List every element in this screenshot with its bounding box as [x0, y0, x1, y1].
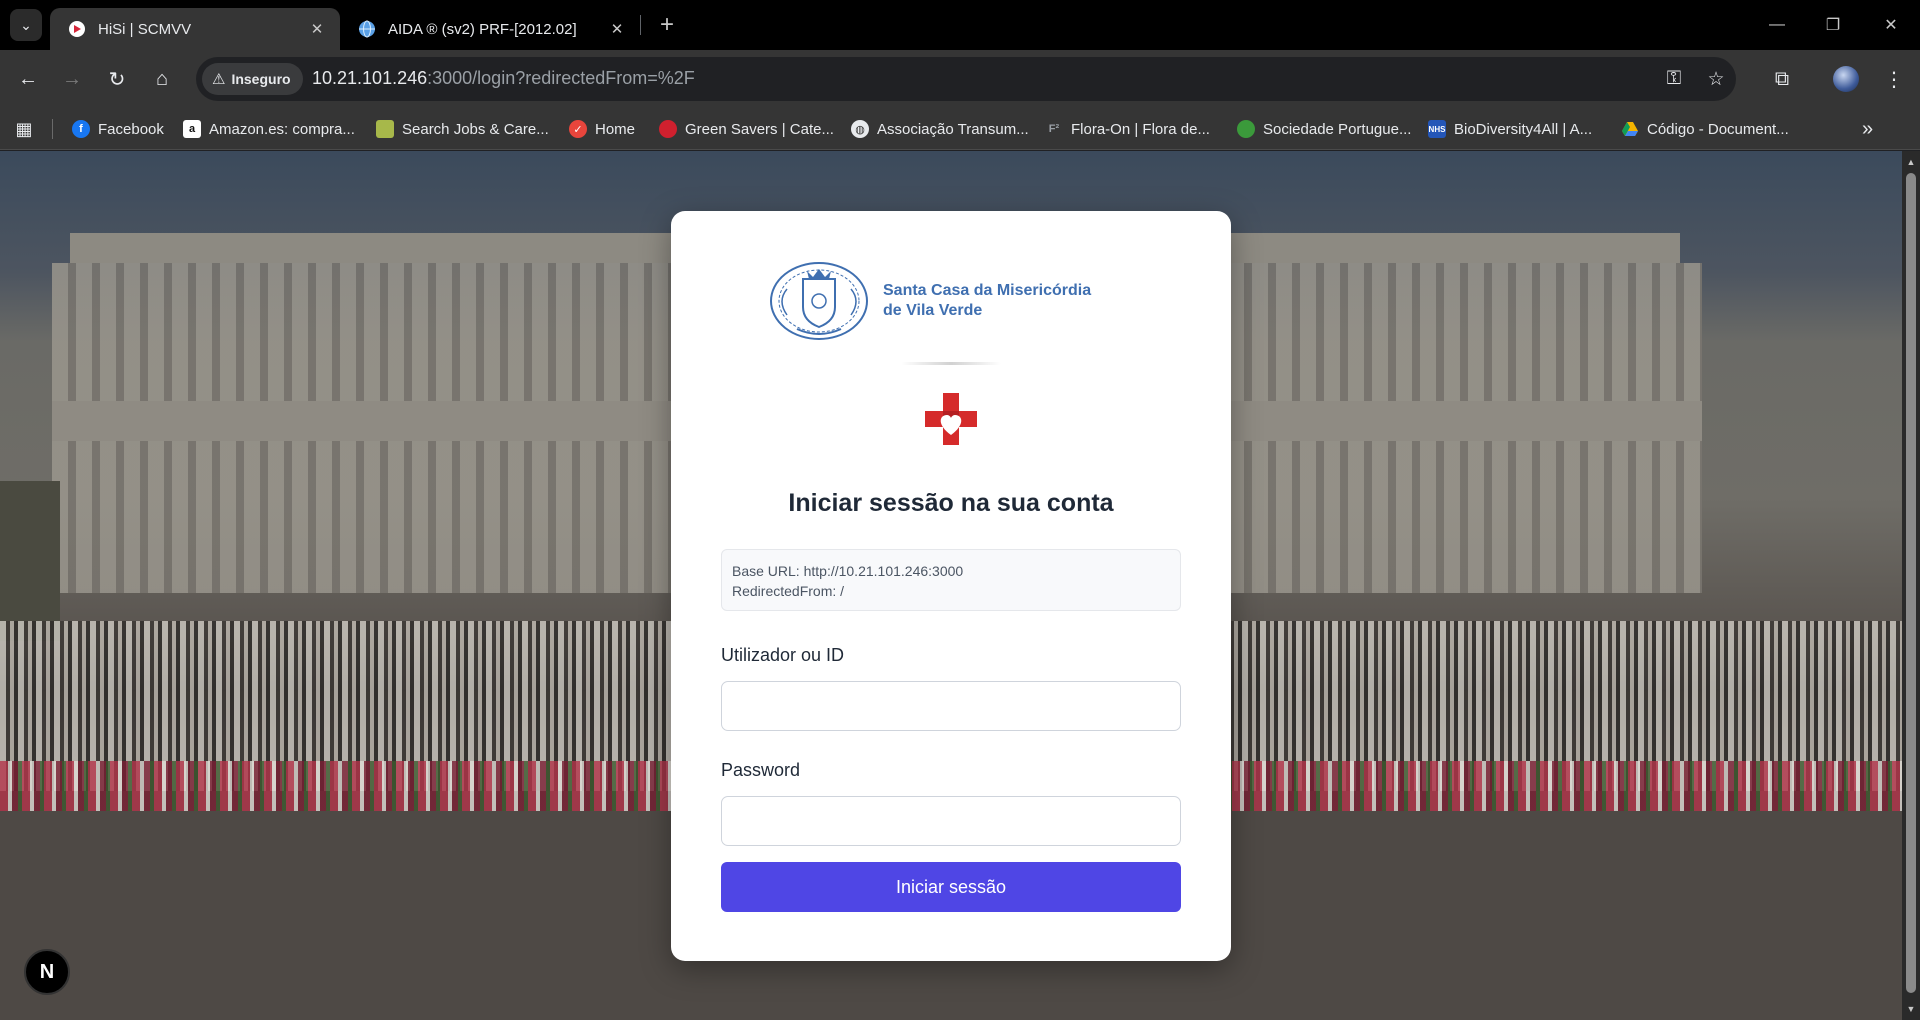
nextjs-dev-badge[interactable]: N — [24, 949, 70, 995]
bookmark-jobs[interactable]: Search Jobs & Care... — [376, 117, 549, 141]
bookmark-label: Search Jobs & Care... — [402, 120, 549, 138]
minimize-icon[interactable]: — — [1762, 10, 1792, 40]
bookmark-label: Green Savers | Cate... — [685, 120, 834, 138]
tab-hisi[interactable]: HiSi | SCMVV ✕ — [50, 8, 340, 50]
heart-cross-icon — [925, 393, 977, 445]
chevron-down-icon: ⌄ — [20, 16, 32, 33]
apps-grid-icon[interactable]: ▦ — [14, 119, 34, 139]
tab-search-button[interactable]: ⌄ — [10, 9, 42, 41]
org-name-line2: de Vila Verde — [883, 302, 983, 319]
amazon-icon: a — [183, 120, 201, 138]
close-tab-icon[interactable]: ✕ — [608, 20, 626, 38]
reload-icon[interactable]: ↻ — [101, 63, 133, 95]
trees — [0, 481, 60, 641]
base-url-text: Base URL: http://10.21.101.246:3000 — [732, 563, 964, 579]
bookmark-label: Associação Transum... — [877, 120, 1029, 138]
insecure-chip[interactable]: ⚠ Inseguro — [202, 63, 303, 95]
bookmark-flora-on[interactable]: F² Flora-On | Flora de... — [1045, 117, 1210, 141]
debug-info-box: Base URL: http://10.21.101.246:3000 Redi… — [721, 549, 1181, 611]
bookmark-label: BioDiversity4All | A... — [1454, 120, 1593, 138]
login-card: Santa Casa da Misericórdia de Vila Verde… — [671, 211, 1231, 961]
back-icon[interactable]: ← — [12, 63, 44, 95]
bookmark-label: Home — [595, 120, 636, 138]
url-text[interactable]: 10.21.101.246:3000/login?redirectedFrom=… — [312, 68, 695, 89]
insecure-label: Inseguro — [231, 71, 291, 87]
address-bar[interactable]: ⚠ Inseguro 10.21.101.246:3000/login?redi… — [196, 57, 1736, 101]
bookmark-facebook[interactable]: f Facebook — [72, 117, 164, 141]
bookmarks-separator — [52, 119, 53, 139]
new-tab-button[interactable]: + — [652, 10, 682, 40]
menu-kebab-icon[interactable]: ⋮ — [1878, 63, 1910, 95]
page-title: Iniciar sessão na sua conta — [788, 489, 1114, 517]
tab-title: AIDA ® (sv2) PRF-[2012.02] — [388, 20, 577, 38]
username-input[interactable] — [721, 681, 1181, 731]
page-viewport: Santa Casa da Misericórdia de Vila Verde… — [0, 151, 1902, 1020]
bookmark-home[interactable]: ✓ Home — [569, 117, 635, 141]
jobs-icon — [376, 120, 394, 138]
coat-of-arms-icon — [770, 262, 868, 340]
browser-toolbar: ← → ↻ ⌂ ⚠ Inseguro 10.21.101.246:3000/lo… — [0, 50, 1920, 108]
nhs-icon: NHS — [1428, 120, 1446, 138]
tab-aida[interactable]: AIDA ® (sv2) PRF-[2012.02] ✕ — [340, 8, 640, 50]
bookmark-sociedade[interactable]: Sociedade Portugue... — [1237, 117, 1411, 141]
logo-divider — [901, 362, 1001, 365]
close-tab-icon[interactable]: ✕ — [308, 20, 326, 38]
url-path: :3000/login?redirectedFrom=%2F — [427, 68, 695, 88]
bookmark-codigo[interactable]: Código - Document... — [1621, 117, 1789, 141]
page-scrollbar[interactable]: ▲ ▼ — [1902, 151, 1920, 1020]
url-host: 10.21.101.246 — [312, 68, 428, 88]
tab-separator — [640, 15, 641, 35]
warning-icon: ⚠ — [212, 71, 226, 88]
org-logo: Santa Casa da Misericórdia de Vila Verde — [767, 259, 1097, 343]
extensions-icon[interactable]: ⧉ — [1766, 63, 1798, 95]
drive-icon — [1622, 122, 1638, 136]
bookmark-green-savers[interactable]: Green Savers | Cate... — [659, 117, 834, 141]
password-key-icon[interactable]: ⚿ — [1662, 67, 1686, 91]
home-icon[interactable]: ⌂ — [146, 63, 178, 95]
password-input[interactable] — [721, 796, 1181, 846]
scroll-down-icon[interactable]: ▼ — [1906, 1004, 1916, 1014]
bookmark-associacao[interactable]: ◍ Associação Transum... — [851, 117, 1029, 141]
restore-icon[interactable]: ❐ — [1818, 10, 1848, 40]
bookmark-biodiversity[interactable]: NHS BioDiversity4All | A... — [1428, 117, 1592, 141]
home-bookmark-icon: ✓ — [569, 120, 587, 138]
username-label: Utilizador ou ID — [721, 645, 845, 665]
bookmarks-bar: ▦ f Facebook a Amazon.es: compra... Sear… — [0, 108, 1920, 150]
scrollbar-thumb[interactable] — [1906, 173, 1916, 993]
password-label: Password — [721, 760, 801, 780]
bookmark-amazon[interactable]: a Amazon.es: compra... — [183, 117, 355, 141]
bookmark-label: Flora-On | Flora de... — [1071, 120, 1210, 138]
green-savers-icon — [659, 120, 677, 138]
more-bookmarks-icon[interactable]: » — [1862, 118, 1873, 141]
globe-favicon-icon — [359, 20, 375, 38]
hisi-favicon-icon — [69, 21, 85, 37]
tab-strip: ⌄ HiSi | SCMVV ✕ AIDA ® (sv2) PRF-[2012.… — [0, 0, 1920, 50]
redirected-from-text: RedirectedFrom: / — [732, 583, 845, 599]
bookmark-label: Amazon.es: compra... — [209, 120, 355, 138]
globe-icon: ◍ — [851, 120, 869, 138]
bookmark-label: Código - Document... — [1647, 120, 1789, 138]
forward-icon[interactable]: → — [56, 63, 88, 95]
flora-icon: F² — [1048, 123, 1060, 135]
login-submit-button[interactable]: Iniciar sessão — [721, 862, 1181, 912]
profile-avatar[interactable] — [1833, 66, 1859, 92]
org-name: Santa Casa da Misericórdia de Vila Verde — [883, 281, 1091, 321]
spea-icon — [1237, 120, 1255, 138]
scroll-up-icon[interactable]: ▲ — [1906, 157, 1916, 167]
bookmark-star-icon[interactable]: ☆ — [1704, 67, 1728, 91]
org-name-line1: Santa Casa da Misericórdia — [883, 282, 1092, 299]
bookmark-label: Sociedade Portugue... — [1263, 120, 1412, 138]
close-window-icon[interactable]: ✕ — [1876, 10, 1906, 40]
bookmark-label: Facebook — [98, 120, 164, 138]
tab-title: HiSi | SCMVV — [98, 20, 192, 38]
facebook-icon: f — [72, 120, 90, 138]
